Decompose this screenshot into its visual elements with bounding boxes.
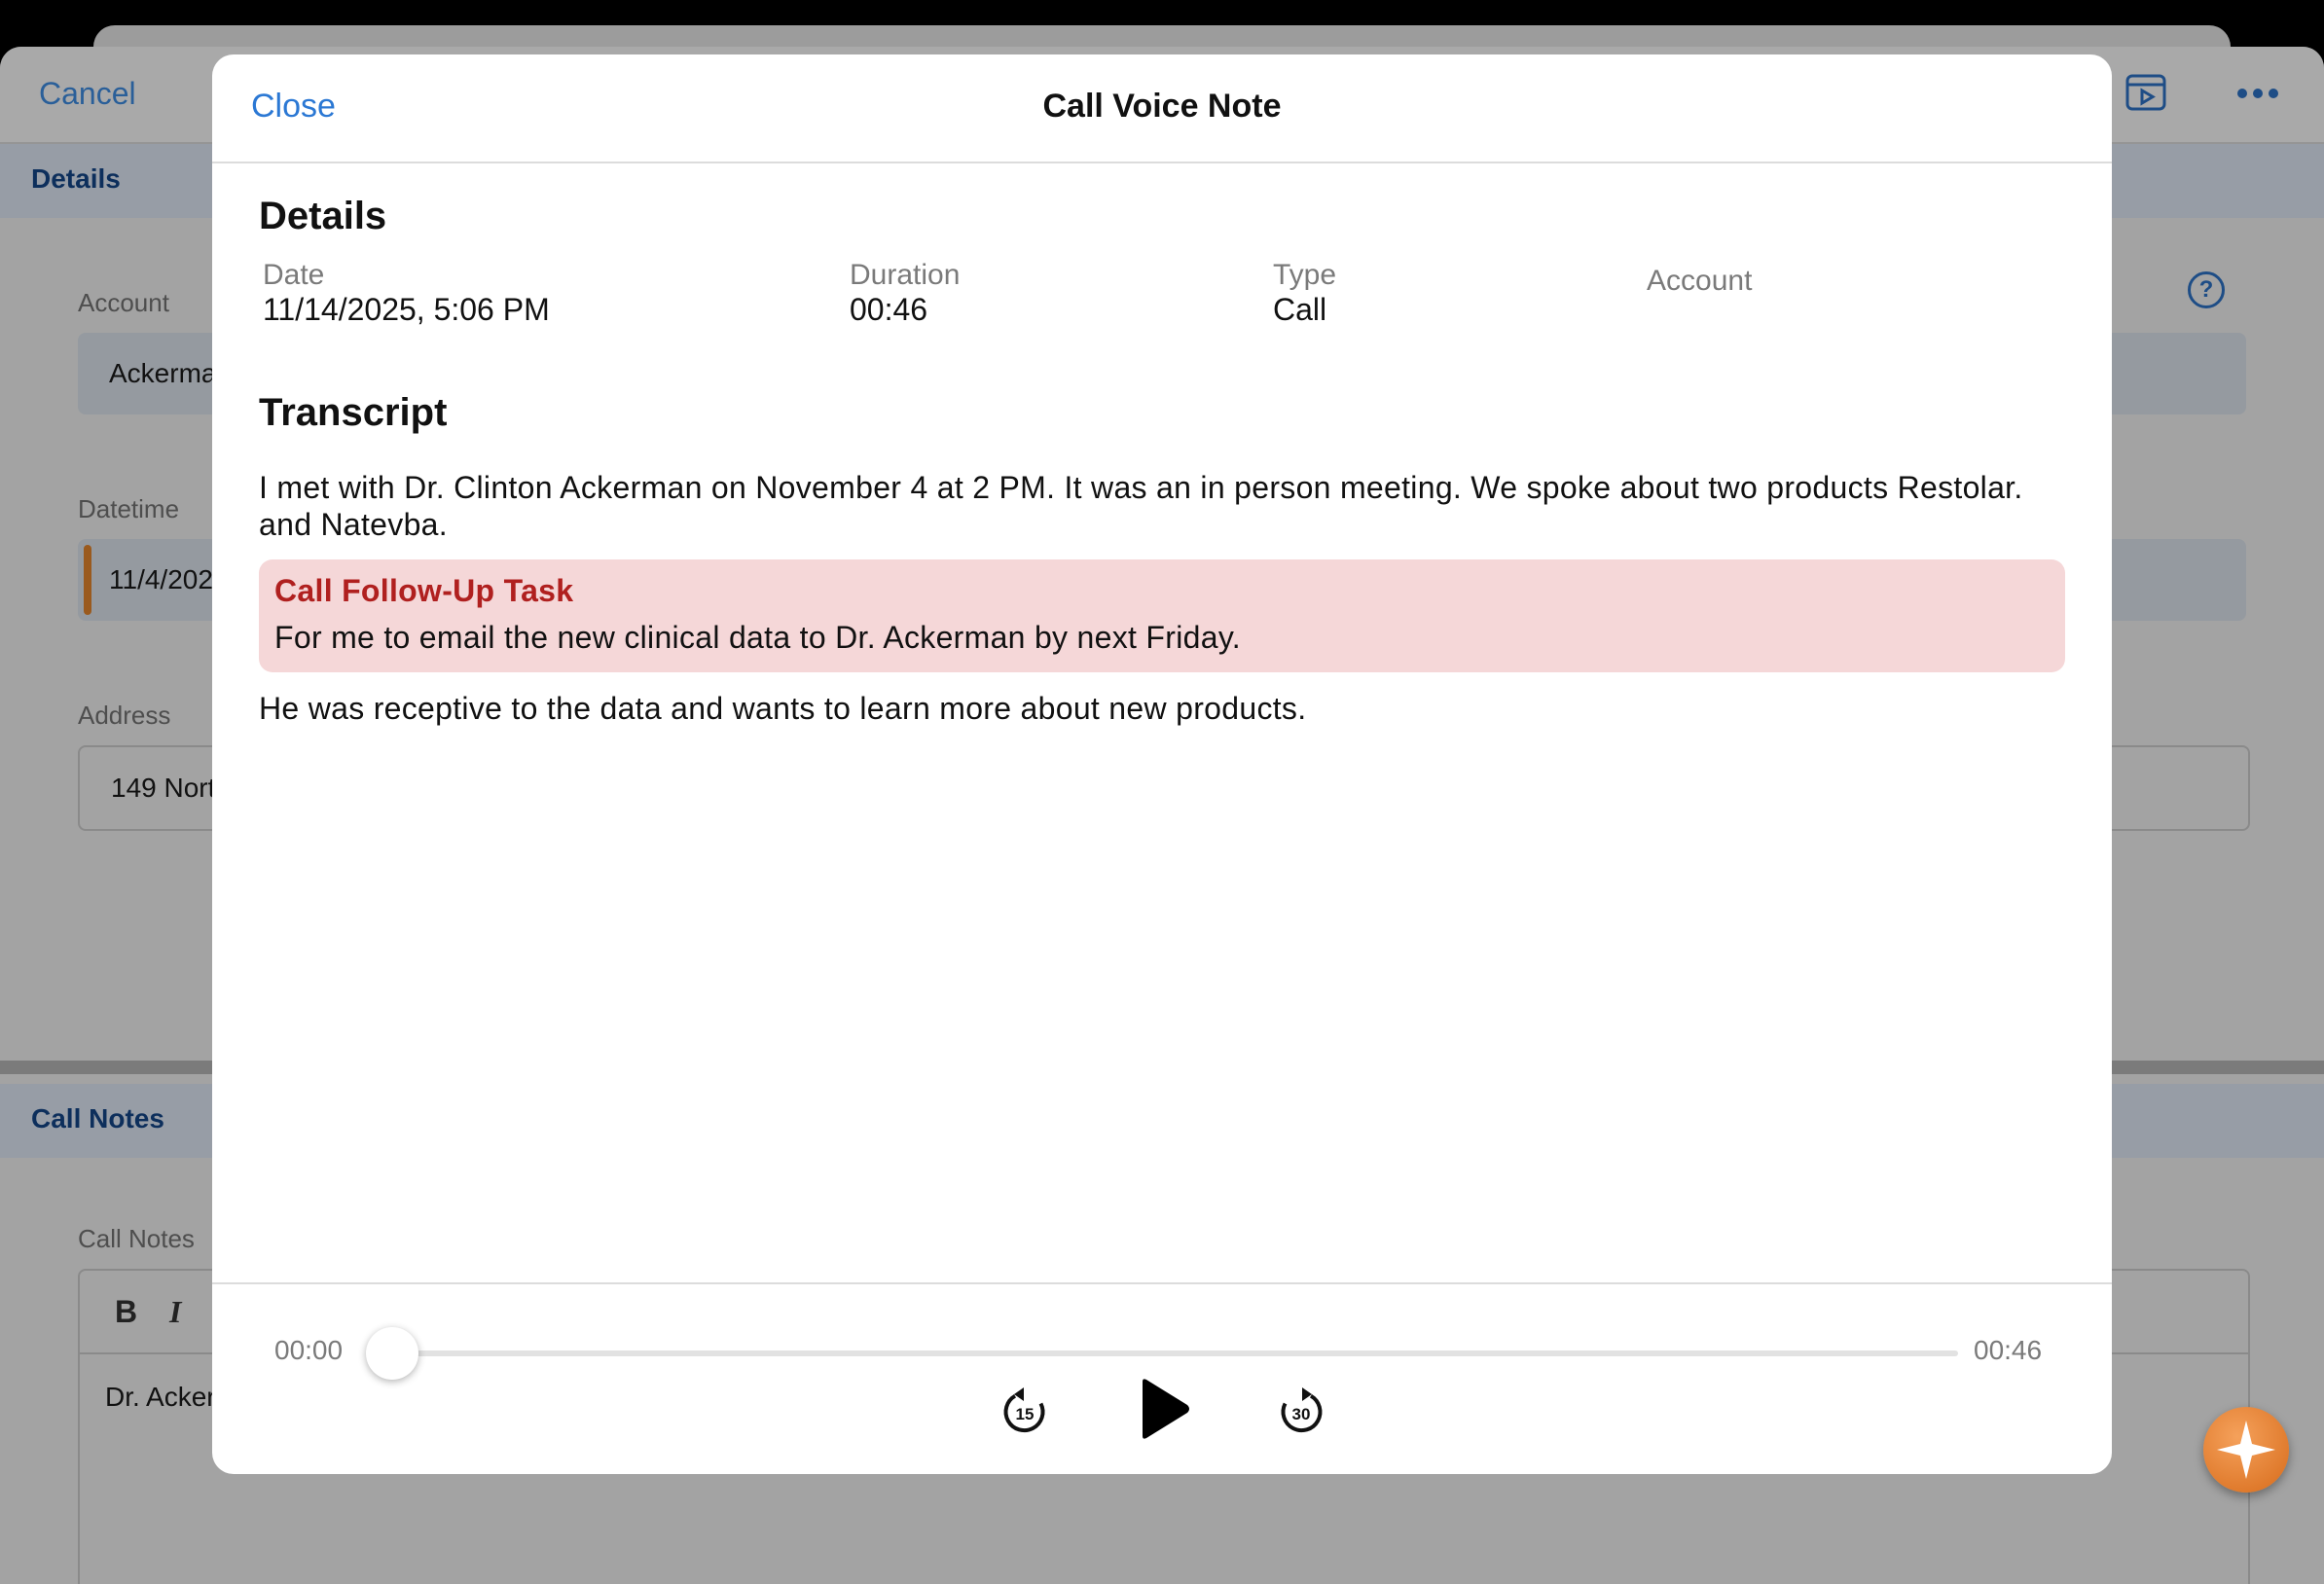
current-time: 00:00	[274, 1335, 344, 1365]
datetime-accent-bar	[84, 545, 91, 615]
account-meta-label: Account	[1647, 265, 1753, 297]
total-time: 00:46	[1974, 1335, 2043, 1365]
datetime-field-value: 11/4/202	[109, 564, 213, 594]
call-notes-label: Call Notes	[78, 1224, 195, 1253]
italic-button[interactable]: I	[169, 1294, 181, 1330]
type-value: Call	[1273, 292, 1327, 327]
call-notes-section-title: Call Notes	[31, 1103, 164, 1134]
duration-label: Duration	[850, 259, 961, 291]
transcript-heading: Transcript	[259, 391, 448, 434]
type-label: Type	[1273, 259, 1337, 291]
assistant-button[interactable]	[2203, 1407, 2289, 1493]
rewind-15-icon: 15	[1003, 1387, 1045, 1433]
transcript-paragraph: He was receptive to the data and wants t…	[259, 691, 1307, 726]
play-icon	[1143, 1379, 1189, 1439]
rewind-seconds: 15	[1016, 1405, 1035, 1423]
bold-button[interactable]: B	[115, 1294, 137, 1330]
forward-30-icon: 30	[1281, 1387, 1323, 1433]
help-icon[interactable]: ?	[2188, 271, 2225, 308]
modal-title: Call Voice Note	[1042, 88, 1282, 125]
address-field-value: 149 Nort	[111, 773, 216, 803]
address-label: Address	[78, 701, 171, 730]
progress-track[interactable]	[393, 1350, 1958, 1356]
follow-up-task-card[interactable]: Call Follow-Up Task For me to email the …	[259, 559, 2065, 672]
forward-seconds: 30	[1292, 1405, 1311, 1423]
task-body: For me to email the new clinical data to…	[274, 620, 1241, 655]
transcript-paragraph: I met with Dr. Clinton Ackerman on Novem…	[259, 470, 2023, 542]
date-value: 11/14/2025, 5:06 PM	[263, 292, 550, 327]
datetime-label: Datetime	[78, 494, 180, 523]
call-voice-note-modal: Close Call Voice Note Details Date 11/14…	[212, 54, 2112, 1474]
video-library-icon[interactable]	[2125, 74, 2166, 111]
rewind-button[interactable]: 15	[1000, 1384, 1049, 1441]
progress-thumb[interactable]	[366, 1327, 418, 1380]
sparkle-icon	[2217, 1421, 2275, 1479]
call-notes-text: Dr. Acker	[105, 1382, 216, 1412]
play-button[interactable]	[1137, 1378, 1191, 1445]
audio-player: 00:00 00:46 15 30	[212, 1282, 2112, 1474]
date-label: Date	[263, 259, 325, 291]
account-field-value: Ackerma	[109, 358, 217, 388]
duration-value: 00:46	[850, 292, 928, 327]
forward-button[interactable]: 30	[1277, 1384, 1325, 1441]
details-section-title: Details	[31, 163, 121, 194]
more-options-icon[interactable]	[2236, 88, 2279, 99]
cancel-button[interactable]: Cancel	[39, 76, 136, 112]
details-heading: Details	[259, 195, 387, 237]
task-title: Call Follow-Up Task	[274, 573, 574, 608]
account-label: Account	[78, 288, 169, 317]
modal-header: Close Call Voice Note	[212, 54, 2112, 163]
